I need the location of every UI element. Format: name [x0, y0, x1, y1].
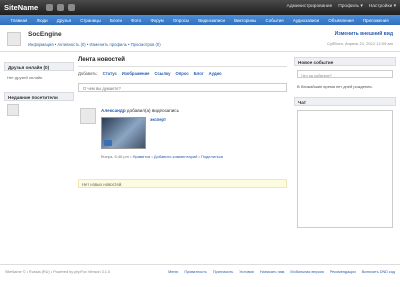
nav-home[interactable]: Главная	[6, 18, 32, 23]
friends-request-icon[interactable]	[46, 4, 53, 11]
add-status-button[interactable]: Статус	[103, 71, 117, 76]
add-poll-button[interactable]: Опрос	[175, 71, 188, 76]
footer: SiteName © • Russia (RU) • Powered by ph…	[0, 264, 400, 287]
avatar[interactable]	[7, 32, 21, 46]
post-author[interactable]: Александр	[101, 108, 126, 113]
settings-menu[interactable]: Настройки ▾	[369, 4, 396, 9]
footer-link-invite[interactable]: Пригласить	[213, 270, 233, 274]
top-bar: SiteName Администрирование Профиль ▾ Нас…	[0, 0, 400, 15]
friends-online-title: Друзья онлайн (0)	[4, 62, 74, 71]
post-header: Александр добавил(а) видеозапись	[101, 108, 179, 113]
footer-links: Меню Приватность Пригласить Условия Напи…	[168, 270, 395, 274]
share-link[interactable]: Поделиться	[201, 154, 223, 159]
visitor-avatar[interactable]	[7, 104, 19, 116]
nav-polls[interactable]: Опросы	[168, 18, 193, 23]
footer-link-dnd[interactable]: Включить DND код	[362, 270, 395, 274]
top-links: Администрирование Профиль ▾ Настройки ▾	[287, 4, 396, 9]
birthday-note: В ближайшие время нет дней рождения.	[297, 84, 373, 89]
like-link[interactable]: Нравится	[133, 154, 151, 159]
current-date: Суббота, Апрель 21, 2012 12:09 am	[327, 41, 393, 46]
notifications-icon[interactable]	[68, 4, 75, 11]
nav-apps[interactable]: Приложения	[358, 18, 393, 23]
profile-links[interactable]: Информация • Активность (0) • Изменить п…	[28, 42, 161, 47]
post-action: добавил(а) видеозапись	[126, 108, 179, 113]
add-image-button[interactable]: Изображение	[122, 71, 150, 76]
recent-visitors-title: Недавние посетители	[4, 92, 74, 101]
right-sidebar: Новое событие Что за событие? В ближайши…	[294, 57, 396, 228]
post-avatar[interactable]	[80, 108, 96, 124]
nav-friends[interactable]: Друзья	[52, 18, 75, 23]
nav-photos[interactable]: Фото	[127, 18, 146, 23]
nav-forum[interactable]: Форум	[146, 18, 169, 23]
nav-blogs[interactable]: Блоги	[105, 18, 126, 23]
admin-link[interactable]: Администрирование	[287, 4, 333, 9]
footer-link-mobile[interactable]: Мобильная версия	[290, 270, 323, 274]
chat-title: Чат	[294, 97, 396, 106]
nav-ads[interactable]: Объявления	[324, 18, 359, 23]
main-nav: Главная Люди Друзья Страницы Блоги Фото …	[0, 15, 400, 25]
news-feed: Лента новостей Добавить: Статус Изображе…	[78, 57, 287, 188]
left-sidebar: Друзья онлайн (0) Нет друзей онлайн. Нед…	[4, 62, 74, 119]
nav-quizzes[interactable]: Викторины	[230, 18, 261, 23]
feed-title: Лента новостей	[78, 57, 287, 67]
messages-icon[interactable]	[57, 4, 64, 11]
profile-menu[interactable]: Профиль ▾	[338, 4, 362, 9]
add-audio-button[interactable]: Аудио	[209, 71, 222, 76]
new-event-title: Новое событие	[294, 57, 396, 66]
post-time: Вчера, 6:46 pm	[101, 154, 129, 159]
event-input[interactable]: Что за событие?	[297, 70, 393, 78]
edit-design-link[interactable]: Изменить внешний вид	[335, 31, 393, 37]
profile-header	[0, 25, 400, 52]
footer-link-privacy[interactable]: Приватность	[184, 270, 207, 274]
footer-link-contact[interactable]: Написать нам	[260, 270, 285, 274]
comment-link[interactable]: Добавить комментарий	[154, 154, 197, 159]
play-icon[interactable]	[104, 140, 112, 146]
chat-box[interactable]	[297, 110, 393, 228]
footer-copyright: SiteName © • Russia (RU) • Powered by ph…	[5, 270, 111, 274]
footer-link-menu[interactable]: Меню	[168, 270, 178, 274]
no-more-news: Нет новых новостей.	[78, 179, 287, 188]
add-bar: Добавить: Статус Изображение Ссылку Опро…	[78, 71, 287, 76]
status-input[interactable]: О чем вы думаете?	[78, 83, 287, 92]
add-label: Добавить:	[78, 71, 98, 76]
site-logo[interactable]: SiteName	[4, 3, 38, 12]
post-meta: Вчера, 6:46 pm • Нравится • Добавить ком…	[101, 154, 224, 159]
add-blog-button[interactable]: Блог	[194, 71, 204, 76]
nav-audio[interactable]: Аудиозаписи	[288, 18, 323, 23]
video-title[interactable]: эксперт	[150, 117, 166, 122]
nav-people[interactable]: Люди	[32, 18, 52, 23]
video-thumbnail[interactable]	[101, 117, 146, 149]
footer-link-recommend[interactable]: Рекомендации	[330, 270, 356, 274]
nav-videos[interactable]: Видеозаписи	[194, 18, 230, 23]
add-link-button[interactable]: Ссылку	[155, 71, 171, 76]
footer-link-terms[interactable]: Условия	[239, 270, 254, 274]
profile-name[interactable]: SocEngine	[28, 31, 62, 38]
friends-online-empty: Нет друзей онлайн.	[7, 75, 44, 80]
nav-events[interactable]: События	[261, 18, 288, 23]
nav-pages[interactable]: Страницы	[76, 18, 106, 23]
